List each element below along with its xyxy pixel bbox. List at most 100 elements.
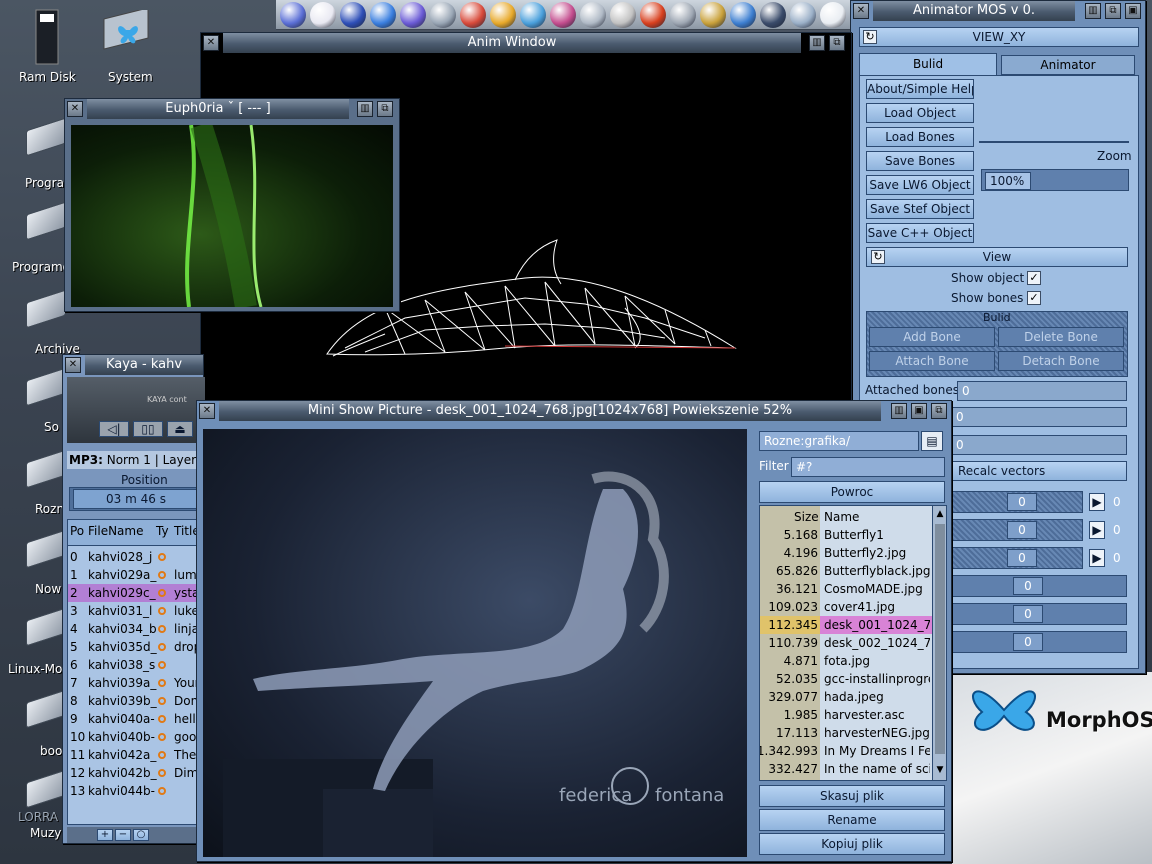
dock-icon-2[interactable] xyxy=(310,2,336,28)
dock-icon-7[interactable] xyxy=(490,2,516,28)
path-field[interactable]: Rozne:grafika/ xyxy=(759,431,919,451)
remove-button[interactable]: − xyxy=(115,829,131,841)
playlist-row[interactable]: 13 kahvi044b- xyxy=(68,782,204,800)
save-bones-button[interactable]: Save Bones xyxy=(866,151,974,171)
tab-animator[interactable]: Animator xyxy=(1001,55,1135,75)
col-pos[interactable]: Po xyxy=(70,524,84,538)
depth-icon[interactable]: ⧉ xyxy=(829,35,845,51)
playlist-row[interactable]: 0 kahvi028_j xyxy=(68,548,204,566)
playlist-row[interactable]: 6 kahvi038_s xyxy=(68,656,204,674)
file-row[interactable]: 1.985 harvester.asc xyxy=(760,706,932,724)
depth-icon[interactable]: ⧉ xyxy=(1105,3,1121,19)
rename-button[interactable]: Rename xyxy=(759,809,945,831)
file-row[interactable]: 332.427 In the name of sci xyxy=(760,760,932,778)
playlist-row[interactable]: 9 kahvi040a-hello xyxy=(68,710,204,728)
euphoria-titlebar[interactable]: Euph0ria ˇ [ --- ] xyxy=(87,99,349,119)
close-icon[interactable]: ✕ xyxy=(199,403,215,419)
scroll-thumb[interactable] xyxy=(935,524,945,754)
view-cycle-2[interactable]: View xyxy=(866,247,1128,267)
recalc-vectors-button[interactable]: Recalc vectors xyxy=(951,461,1127,481)
iconify-icon[interactable]: ▥ xyxy=(1085,3,1101,19)
clear-button[interactable]: ○ xyxy=(133,829,149,841)
playlist-row[interactable]: 7 kahvi039a_ Your xyxy=(68,674,204,692)
slider-3-knob[interactable]: 0 xyxy=(1007,549,1037,567)
scroll-down-icon[interactable]: ▼ xyxy=(934,764,946,776)
playlist-row[interactable]: 1 kahvi029a_ lumr xyxy=(68,566,204,584)
copy-file-button[interactable]: Kopiuj plik xyxy=(759,833,945,855)
drive-label[interactable]: Rozn xyxy=(35,502,64,516)
file-row[interactable]: 110.739 desk_002_1024_7 xyxy=(760,634,932,652)
about-help-button[interactable]: About/Simple Help xyxy=(866,79,974,99)
show-bones-checkbox[interactable]: ✓ xyxy=(1027,291,1041,305)
drive-icon[interactable] xyxy=(26,117,66,157)
drive-label[interactable]: Linux-Mo xyxy=(8,662,62,676)
drawer-icon[interactable]: ▤ xyxy=(921,431,943,451)
playlist-row[interactable]: 2 kahvi029c_ ystac xyxy=(68,584,204,602)
delete-bone-button[interactable]: Delete Bone xyxy=(998,327,1124,347)
dock-icon-18[interactable] xyxy=(820,2,846,28)
slider-2-arrow-icon[interactable]: ▶ xyxy=(1089,521,1105,539)
drive-label[interactable]: So xyxy=(44,420,59,434)
dock-icon-6[interactable] xyxy=(460,2,486,28)
col-size[interactable]: Size xyxy=(794,510,819,524)
file-scrollbar[interactable]: ▲ ▼ xyxy=(932,506,946,780)
save-lw6-object-button[interactable]: Save LW6 Object xyxy=(866,175,974,195)
file-row[interactable]: 17.113 harvesterNEG.jpg xyxy=(760,724,932,742)
dock-icon-8[interactable] xyxy=(520,2,546,28)
load-bones-button[interactable]: Load Bones xyxy=(866,127,974,147)
zoom-icon[interactable]: ▣ xyxy=(1125,3,1141,19)
dock-icon-17[interactable] xyxy=(790,2,816,28)
drive-icon[interactable] xyxy=(26,289,66,329)
drive-label[interactable]: Now xyxy=(35,582,61,596)
dock-icon-ibrowse[interactable] xyxy=(340,2,366,28)
dock-icon-14[interactable] xyxy=(700,2,726,28)
file-row[interactable]: 112.345 desk_001_1024_7 xyxy=(760,616,932,634)
iconify-icon[interactable]: ▥ xyxy=(891,403,907,419)
playlist-row[interactable]: 10 kahvi040b-good xyxy=(68,728,204,746)
file-row[interactable]: 1.342.993 In My Dreams I Fe xyxy=(760,742,932,760)
view-cycle[interactable]: VIEW_XY xyxy=(859,27,1139,47)
playlist-row[interactable]: 5 kahvi035d_ drop xyxy=(68,638,204,656)
value-field-a[interactable]: 0 xyxy=(951,407,1127,427)
playlist-row[interactable]: 11 kahvi042a_ The xyxy=(68,746,204,764)
file-row[interactable]: 329.077 hada.jpeg xyxy=(760,688,932,706)
save-cpp-object-button[interactable]: Save C++ Object xyxy=(866,223,974,243)
col-type[interactable]: Ty xyxy=(156,524,169,538)
dock-icon-10[interactable] xyxy=(580,2,606,28)
dock-icon-15[interactable] xyxy=(730,2,756,28)
delete-file-button[interactable]: Skasuj plik xyxy=(759,785,945,807)
scroll-up-icon[interactable]: ▲ xyxy=(934,508,946,520)
attach-bone-button[interactable]: Attach Bone xyxy=(869,351,995,371)
prev-button[interactable]: ◁| xyxy=(99,421,129,437)
file-row[interactable]: 109.023 cover41.jpg xyxy=(760,598,932,616)
playlist-row[interactable]: 4 kahvi034_b linja xyxy=(68,620,204,638)
load-object-button[interactable]: Load Object xyxy=(866,103,974,123)
drive-icon[interactable] xyxy=(26,769,66,809)
slider-1-arrow-icon[interactable]: ▶ xyxy=(1089,493,1105,511)
col-name[interactable]: Name xyxy=(824,510,859,524)
close-icon[interactable]: ✕ xyxy=(203,35,219,51)
col-filename[interactable]: FileName xyxy=(88,524,143,538)
drive-label[interactable]: boo xyxy=(40,744,62,758)
file-row[interactable]: 36.121 CosmoMADE.jpg xyxy=(760,580,932,598)
close-icon[interactable]: ✕ xyxy=(65,357,81,373)
dock-icon-1[interactable] xyxy=(280,2,306,28)
slider-2-knob[interactable]: 0 xyxy=(1007,521,1037,539)
eject-button[interactable]: ⏏ xyxy=(167,421,193,437)
dock-icon-13[interactable] xyxy=(670,2,696,28)
tab-build[interactable]: Bulid xyxy=(859,53,997,75)
depth-icon[interactable]: ⧉ xyxy=(377,101,393,117)
file-row[interactable]: 52.035 gcc-installinprogre xyxy=(760,670,932,688)
file-row[interactable]: 5.168 Butterfly1 xyxy=(760,526,932,544)
file-row[interactable]: 65.826 Butterflyblack.jpg xyxy=(760,562,932,580)
drive-icon[interactable] xyxy=(26,529,66,569)
dock-icon-11[interactable] xyxy=(610,2,636,28)
animator-titlebar[interactable]: Animator MOS v 0. xyxy=(873,1,1075,21)
drive-label[interactable]: Muzy xyxy=(30,826,61,840)
drive-label[interactable]: Progra xyxy=(25,176,64,190)
dock-icon-16[interactable] xyxy=(760,2,786,28)
playlist-row[interactable]: 12 kahvi042b_ Dime xyxy=(68,764,204,782)
slider-3-arrow-icon[interactable]: ▶ xyxy=(1089,549,1105,567)
iconify-icon[interactable]: ▥ xyxy=(809,35,825,51)
drive-icon[interactable] xyxy=(26,449,66,489)
